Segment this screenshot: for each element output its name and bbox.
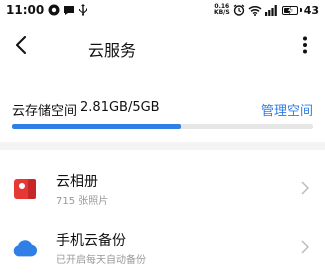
cloud-icon <box>12 235 38 261</box>
item-title: 云相册 <box>56 174 98 190</box>
list-item-cloud-backup[interactable]: 手机云备份 已开启每天自动备份 <box>0 221 325 273</box>
chevron-right-icon <box>299 239 311 255</box>
list-item-cloud-album[interactable]: 云相册 715 张照片 <box>0 162 325 214</box>
item-title: 手机云备份 <box>56 233 126 249</box>
message-icon <box>63 1 75 20</box>
status-right-icons: 0.16 KB/S 43 <box>214 1 319 20</box>
signal-icon <box>264 1 279 20</box>
storage-usage: 2.81GB/5GB <box>80 100 160 115</box>
title-bar: 云服务 <box>0 28 325 66</box>
page-title: 云服务 <box>88 41 137 60</box>
manage-space-link[interactable]: 管理空间 <box>261 100 313 119</box>
storage-progress-fill <box>12 124 182 129</box>
photo-album-icon <box>12 176 38 202</box>
item-subtitle: 已开启每天自动备份 <box>56 255 146 266</box>
storage-section: 云存储空间 2.81GB/5GB 管理空间 <box>0 98 325 138</box>
speed-unit: KB/S <box>213 9 230 16</box>
notification-icon <box>48 1 60 20</box>
section-divider <box>0 142 325 150</box>
item-subtitle: 715 张照片 <box>56 196 109 207</box>
more-options-button[interactable] <box>293 32 317 62</box>
chevron-right-icon <box>299 180 311 196</box>
alarm-icon <box>233 1 245 20</box>
storage-progress-bar <box>12 124 313 129</box>
status-bar: 11:00 0.16 KB/S 43 <box>0 0 325 20</box>
status-time: 11:00 <box>6 3 45 17</box>
more-vertical-icon <box>303 36 307 58</box>
wifi-icon <box>248 1 262 20</box>
network-speed: 0.16 KB/S <box>214 4 230 16</box>
battery-icon: 43 <box>281 3 319 17</box>
battery-level: 43 <box>303 3 319 17</box>
storage-label: 云存储空间 2.81GB/5GB <box>12 100 160 119</box>
storage-title: 云存储空间 <box>12 104 78 119</box>
back-button[interactable] <box>6 32 36 62</box>
usb-icon <box>78 1 88 20</box>
status-left-icons <box>48 1 88 20</box>
back-arrow-icon <box>15 36 27 58</box>
